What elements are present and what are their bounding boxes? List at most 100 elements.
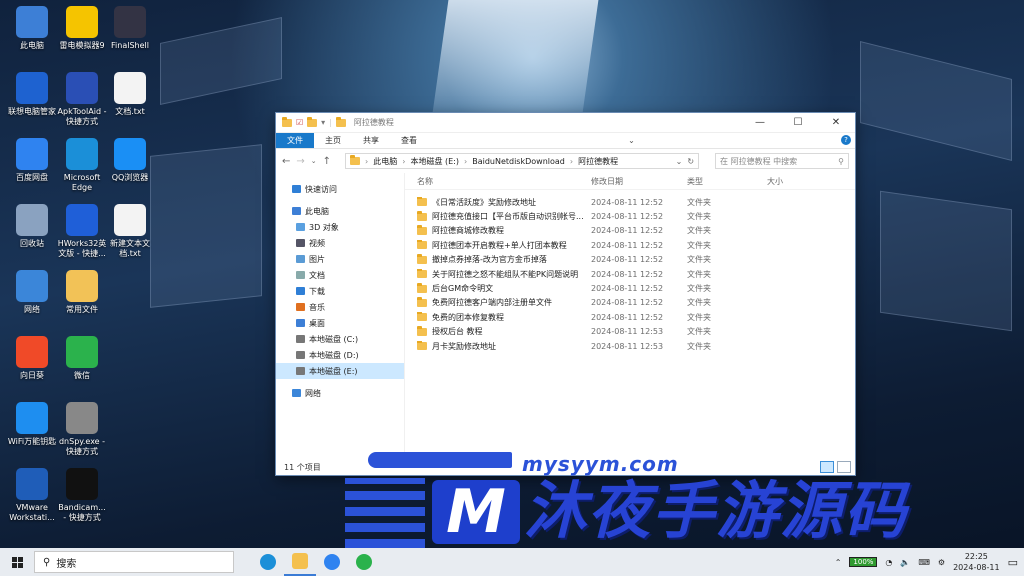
nav-item-folder3d[interactable]: 3D 对象	[276, 219, 404, 235]
desktop-icon[interactable]: 百度网盘	[6, 138, 58, 183]
table-row[interactable]: 免费阿拉德客户端内部注册单文件 2024-08-11 12:52 文件夹	[405, 296, 855, 310]
clock[interactable]: 22:25 2024-08-11	[953, 551, 1000, 573]
desktop-icon[interactable]: 文档.txt	[104, 72, 156, 117]
file-name: 后台GM命令明文	[432, 284, 494, 294]
desktop-icon[interactable]: Microsoft Edge	[56, 138, 108, 193]
search-input[interactable]: 在 阿拉德教程 中搜索 ⚲	[715, 153, 849, 169]
desktop-icon[interactable]: 向日葵	[6, 336, 58, 381]
table-row[interactable]: 撤掉点券掉落-改为官方金币掉落 2024-08-11 12:52 文件夹	[405, 253, 855, 267]
refresh-icon[interactable]: ↻	[687, 157, 694, 166]
title-bar[interactable]: ☑ ▾ | 阿拉德教程 — ☐ ✕	[276, 113, 855, 133]
desktop-icon-label: Microsoft Edge	[63, 173, 101, 192]
watermark-url: mysyym.com	[522, 452, 679, 476]
input-method-icon[interactable]: ⌨	[918, 558, 930, 567]
taskbar-file-explorer[interactable]	[284, 548, 316, 576]
taskbar-search[interactable]: ⚲ 搜索	[34, 551, 234, 573]
tab-file[interactable]: 文件	[276, 133, 314, 148]
table-row[interactable]: 阿拉德充值接口【平台币版自动识别帐号... 2024-08-11 12:52 文件夹	[405, 209, 855, 223]
back-arrow-icon[interactable]: ←	[282, 156, 290, 167]
forward-arrow-icon[interactable]: →	[296, 156, 304, 167]
wallpaper-panel	[880, 190, 1012, 332]
table-row[interactable]: 授权后台 教程 2024-08-11 12:53 文件夹	[405, 325, 855, 339]
close-button[interactable]: ✕	[817, 113, 855, 132]
desktop-icon-label: QQ浏览器	[111, 173, 149, 182]
desktop-icon[interactable]: HWorks32英文版 - 快捷...	[56, 204, 108, 259]
desktop-icon[interactable]: VMware Workstati...	[6, 468, 58, 523]
desktop-icon[interactable]: 联想电脑管家	[6, 72, 58, 117]
expand-ribbon-icon[interactable]: ⌄	[628, 136, 635, 145]
taskbar-baidunetdisk[interactable]	[316, 548, 348, 576]
desktop-icon[interactable]: FinalShell	[104, 6, 156, 51]
desktop-icon[interactable]: 此电脑	[6, 6, 58, 51]
nav-item-video[interactable]: 视频	[276, 235, 404, 251]
column-name[interactable]: 名称	[405, 176, 591, 187]
edge-icon	[260, 554, 276, 570]
desktop-icon[interactable]: WiFi万能钥匙	[6, 402, 58, 447]
taskbar-wechat[interactable]	[348, 548, 380, 576]
chevron-down-icon[interactable]: ▾	[321, 118, 325, 127]
desktop-icon[interactable]: Bandicam... - 快捷方式	[56, 468, 108, 523]
desktop-icon[interactable]: 雷电模拟器9	[56, 6, 108, 51]
notification-icon[interactable]: ▭	[1008, 556, 1018, 569]
desktop-icon[interactable]: 微信	[56, 336, 108, 381]
up-arrow-icon[interactable]: ↑	[323, 156, 331, 167]
table-row[interactable]: 关于阿拉德之怒不能组队不能PK问题说明 2024-08-11 12:52 文件夹	[405, 267, 855, 281]
file-type: 文件夹	[687, 298, 711, 308]
nav-item-music[interactable]: 音乐	[276, 299, 404, 315]
table-row[interactable]: 月卡奖励修改地址 2024-08-11 12:53 文件夹	[405, 339, 855, 353]
breadcrumb-drive-e[interactable]: 本地磁盘 (E:)	[410, 156, 459, 167]
help-icon[interactable]: ?	[840, 135, 851, 145]
breadcrumb-current[interactable]: 阿拉德教程	[578, 156, 618, 167]
details-view-icon[interactable]	[820, 461, 834, 473]
volume-icon[interactable]: 🔈	[900, 558, 910, 567]
taskbar-edge[interactable]	[252, 548, 284, 576]
desktop-icon[interactable]: 回收站	[6, 204, 58, 249]
file-type: 文件夹	[687, 226, 711, 236]
table-row[interactable]: 免费的团本修复教程 2024-08-11 12:52 文件夹	[405, 310, 855, 324]
nav-item-doc[interactable]: 文档	[276, 267, 404, 283]
breadcrumb-this-pc[interactable]: 此电脑	[373, 156, 397, 167]
table-row[interactable]: 阿拉德团本开启教程+单人打团本教程 2024-08-11 12:52 文件夹	[405, 238, 855, 252]
desktop-icon[interactable]: dnSpy.exe - 快捷方式	[56, 402, 108, 457]
desktop-icon[interactable]: 常用文件	[56, 270, 108, 315]
nav-item-drive[interactable]: 本地磁盘 (C:)	[276, 331, 404, 347]
nav-item-label: 快速访问	[305, 184, 337, 194]
up-chevron-icon[interactable]: ⌃	[835, 558, 842, 567]
nav-item-star[interactable]: 快速访问	[276, 181, 404, 197]
recent-dropdown-icon[interactable]: ⌄	[311, 157, 317, 165]
chevron-down-icon[interactable]: ⌄	[676, 157, 683, 166]
file-name: 免费阿拉德客户端内部注册单文件	[432, 298, 552, 308]
nav-item-desk[interactable]: 桌面	[276, 315, 404, 331]
new-folder-icon[interactable]	[307, 116, 318, 127]
desktop-icon[interactable]: ApkToolAid - 快捷方式	[56, 72, 108, 127]
tab-home[interactable]: 主页	[314, 133, 352, 148]
address-bar[interactable]: › 此电脑 › 本地磁盘 (E:) › BaiduNetdiskDownload…	[345, 153, 700, 169]
nav-item-pc[interactable]: 此电脑	[276, 203, 404, 219]
start-button[interactable]	[0, 548, 34, 576]
nav-item-drive[interactable]: 本地磁盘 (E:)	[276, 363, 404, 379]
minimize-button[interactable]: —	[741, 113, 779, 132]
desktop-icon[interactable]: 网络	[6, 270, 58, 315]
table-row[interactable]: 后台GM命令明文 2024-08-11 12:52 文件夹	[405, 281, 855, 295]
settings-icon[interactable]: ⚙	[938, 558, 945, 567]
breadcrumb-baidu[interactable]: BaiduNetdiskDownload	[472, 157, 565, 166]
column-type[interactable]: 类型	[687, 176, 767, 187]
nav-item-drive[interactable]: 本地磁盘 (D:)	[276, 347, 404, 363]
tab-view[interactable]: 查看	[390, 133, 428, 148]
nav-item-down[interactable]: 下载	[276, 283, 404, 299]
desktop-icon[interactable]: QQ浏览器	[104, 138, 156, 183]
file-type: 文件夹	[687, 284, 711, 294]
properties-icon[interactable]: ☑	[296, 118, 303, 127]
table-row[interactable]: 阿拉德商城修改教程 2024-08-11 12:52 文件夹	[405, 224, 855, 238]
maximize-button[interactable]: ☐	[779, 113, 817, 132]
battery-indicator[interactable]: 100%	[849, 557, 878, 567]
desktop-icon[interactable]: 新建文本文档.txt	[104, 204, 156, 259]
column-size[interactable]: 大小	[767, 176, 827, 187]
large-icons-view-icon[interactable]	[837, 461, 851, 473]
network-icon[interactable]: ◔	[885, 558, 892, 567]
nav-item-pic[interactable]: 图片	[276, 251, 404, 267]
nav-item-net[interactable]: 网络	[276, 385, 404, 401]
table-row[interactable]: 《日常活跃度》奖励修改地址 2024-08-11 12:52 文件夹	[405, 195, 855, 209]
column-date[interactable]: 修改日期	[591, 176, 687, 187]
tab-share[interactable]: 共享	[352, 133, 390, 148]
